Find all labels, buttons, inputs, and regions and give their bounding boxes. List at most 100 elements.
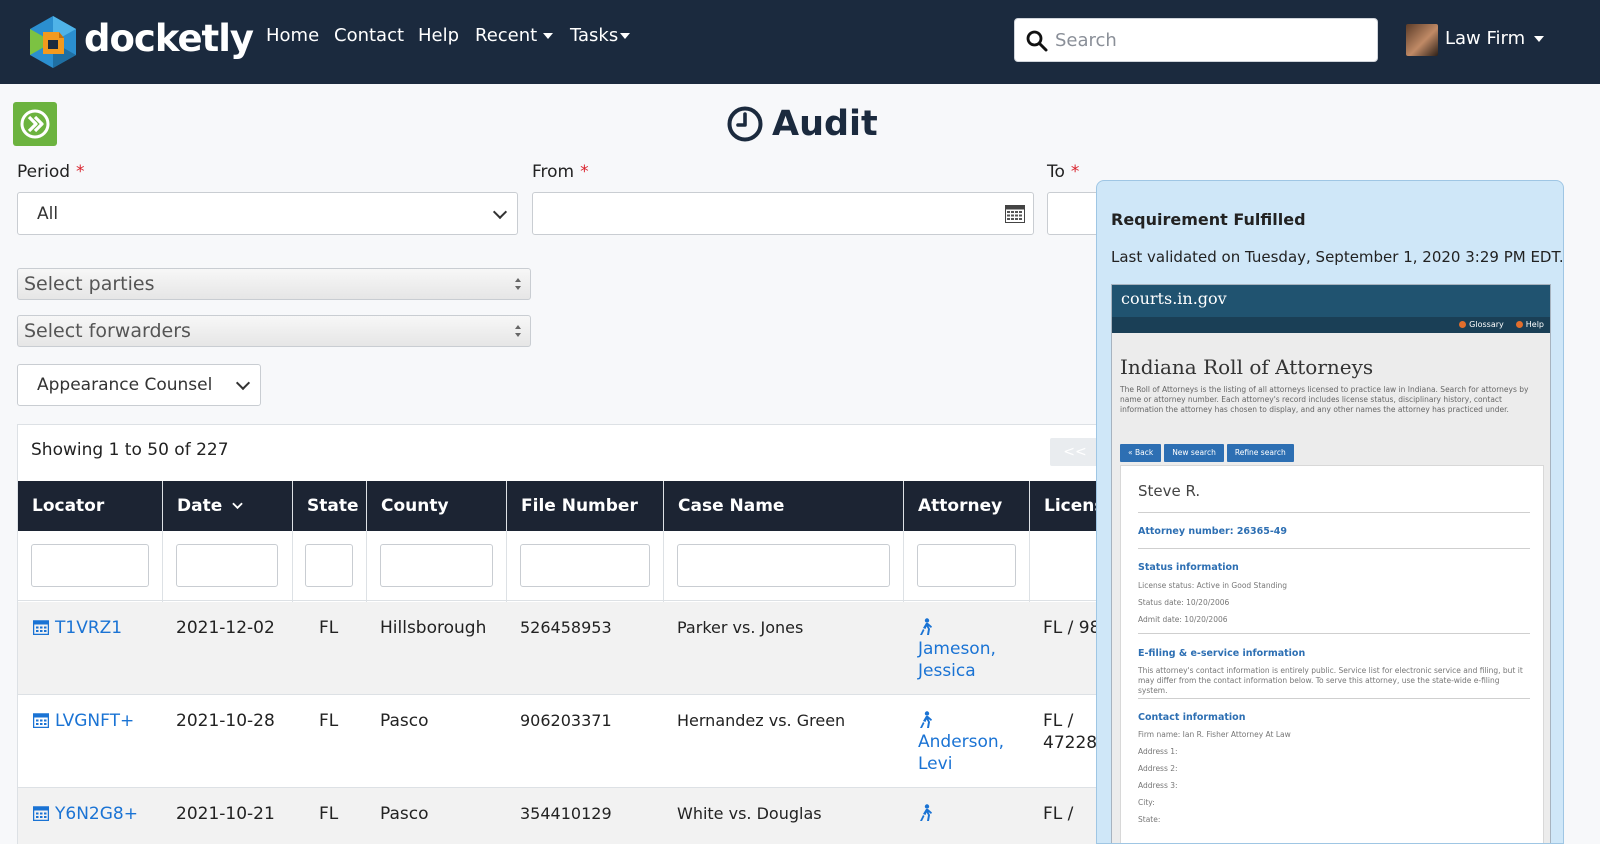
- col-file-number[interactable]: File Number: [507, 481, 664, 531]
- col-date[interactable]: Date: [163, 481, 293, 531]
- screenshot-attorney-card: Steve R. Attorney number: 26365-49 Statu…: [1120, 465, 1544, 843]
- calendar-icon: [33, 806, 49, 821]
- attorney-link[interactable]: Jameson, Jessica: [918, 618, 1018, 682]
- screenshot-contact-line: City:: [1138, 798, 1155, 807]
- state-cell: FL: [319, 711, 339, 731]
- period-select[interactable]: All: [17, 192, 518, 235]
- select-parties[interactable]: Select parties: [17, 268, 531, 300]
- license-cell: FL /: [1043, 804, 1074, 824]
- help-icon: [1515, 321, 1523, 328]
- period-label: Period *: [17, 162, 85, 182]
- expand-panel-button[interactable]: [13, 102, 57, 146]
- screenshot-contact-line: State:: [1138, 815, 1161, 824]
- to-label: To *: [1047, 162, 1079, 182]
- col-case-name[interactable]: Case Name: [664, 481, 904, 531]
- attorney-link[interactable]: Anderson, Levi: [918, 711, 1018, 775]
- screenshot-efiling-heading: E-filing & e-service information: [1138, 648, 1306, 659]
- screenshot-top-links: Glossary Help: [1447, 317, 1544, 333]
- filter-state-input[interactable]: [305, 544, 353, 587]
- screenshot-help-link: Help: [1525, 320, 1544, 329]
- filter-case-name-input[interactable]: [677, 544, 890, 587]
- screenshot-buttons: « Back New search Refine search: [1120, 440, 1297, 462]
- nav-help[interactable]: Help: [418, 25, 459, 46]
- to-label-text: To: [1047, 162, 1065, 182]
- nav-contact[interactable]: Contact: [334, 25, 404, 46]
- screenshot-back-button: « Back: [1120, 444, 1162, 462]
- walking-person-icon: [920, 804, 932, 821]
- filter-file-number-input[interactable]: [520, 544, 650, 587]
- nav-tasks-label: Tasks: [570, 25, 619, 46]
- county-cell: Hillsborough: [380, 618, 487, 638]
- table-header: Locator Date State County File Number Ca…: [18, 481, 1118, 531]
- period-select-value: All: [37, 203, 59, 224]
- page-title-text: Audit: [772, 104, 878, 144]
- user-avatar[interactable]: [1406, 24, 1438, 56]
- locator-text: T1VRZ1: [55, 618, 123, 638]
- locator-link[interactable]: LVGNFT+: [33, 710, 134, 732]
- locator-link[interactable]: T1VRZ1: [33, 617, 122, 639]
- top-navbar: docketly Home Contact Help Recent Tasks …: [0, 0, 1600, 84]
- attorney-name: Anderson, Levi: [918, 732, 1005, 774]
- user-menu-dropdown[interactable]: Law Firm: [1445, 28, 1545, 49]
- required-marker: *: [580, 162, 589, 182]
- screenshot-status-heading: Status information: [1138, 562, 1239, 573]
- search-input[interactable]: [1055, 25, 1365, 55]
- calendar-icon: [33, 620, 49, 635]
- search-icon: [1026, 30, 1048, 52]
- case-name-cell: Parker vs. Jones: [677, 618, 804, 637]
- select-forwarders[interactable]: Select forwarders: [17, 315, 531, 347]
- calendar-icon[interactable]: [1005, 205, 1025, 223]
- col-date-label: Date: [177, 496, 223, 516]
- locator-text: LVGNFT+: [55, 711, 135, 731]
- divider: [1138, 633, 1530, 634]
- screenshot-new-search-button: New search: [1164, 444, 1224, 462]
- screenshot-status-line: License status: Active in Good Standing: [1138, 581, 1287, 590]
- screenshot-intro: The Roll of Attorneys is the listing of …: [1120, 385, 1529, 414]
- col-locator[interactable]: Locator: [18, 481, 163, 531]
- divider: [1138, 548, 1530, 549]
- date-cell: 2021-10-28: [176, 711, 275, 731]
- file-number-cell: 354410129: [520, 804, 612, 823]
- divider: [1138, 698, 1530, 699]
- filter-date-input[interactable]: [176, 544, 278, 587]
- date-cell: 2021-12-02: [176, 618, 275, 638]
- nav-recent-dropdown[interactable]: Recent: [475, 25, 554, 46]
- col-county[interactable]: County: [367, 481, 507, 531]
- docketly-logo-icon[interactable]: [28, 14, 78, 70]
- pager-prev-button[interactable]: <<: [1050, 438, 1100, 466]
- validation-popover: Requirement Fulfilled Last validated on …: [1096, 180, 1564, 844]
- table-row[interactable]: Y6N2G8+ 2021-10-21 FL Pasco 354410129 Wh…: [18, 788, 1118, 844]
- locator-link[interactable]: Y6N2G8+: [33, 803, 138, 825]
- popover-subtitle: Last validated on Tuesday, September 1, …: [1111, 248, 1564, 266]
- filter-locator-input[interactable]: [31, 544, 149, 587]
- from-date-input[interactable]: [532, 192, 1034, 235]
- required-marker: *: [1070, 162, 1080, 182]
- county-cell: Pasco: [380, 804, 429, 824]
- attorney-link[interactable]: [918, 804, 1018, 824]
- license-cell: FL / 98: [1043, 618, 1101, 638]
- nav-tasks-dropdown[interactable]: Tasks: [570, 25, 631, 46]
- caret-down-icon: [620, 33, 631, 39]
- user-name-label: Law Firm: [1445, 28, 1526, 49]
- screenshot-contact-heading: Contact information: [1138, 712, 1246, 723]
- filter-row: [18, 531, 1118, 601]
- table-row[interactable]: LVGNFT+ 2021-10-28 FL Pasco 906203371 He…: [18, 695, 1118, 788]
- nav-home[interactable]: Home: [266, 25, 319, 46]
- screenshot-attorney-name: Steve R.: [1138, 482, 1201, 500]
- brand-name[interactable]: docketly: [84, 17, 254, 60]
- table-row[interactable]: T1VRZ1 2021-12-02 FL Hillsborough 526458…: [18, 602, 1118, 695]
- case-name-cell: White vs. Douglas: [677, 804, 822, 823]
- screenshot-glossary-link: Glossary: [1469, 320, 1504, 329]
- required-marker: *: [76, 162, 85, 182]
- screenshot-status-line: Status date: 10/20/2006: [1138, 598, 1230, 607]
- walking-person-icon: [920, 711, 932, 728]
- col-attorney[interactable]: Attorney: [904, 481, 1030, 531]
- validation-screenshot[interactable]: courts.in.gov Glossary Help Indiana Roll …: [1111, 284, 1551, 843]
- role-select[interactable]: Appearance Counsel: [17, 364, 261, 406]
- state-cell: FL: [319, 618, 339, 638]
- info-icon: [1459, 321, 1467, 328]
- filter-attorney-input[interactable]: [917, 544, 1016, 587]
- col-state[interactable]: State: [293, 481, 367, 531]
- filter-county-input[interactable]: [380, 544, 493, 587]
- sort-arrows-icon: [515, 325, 521, 337]
